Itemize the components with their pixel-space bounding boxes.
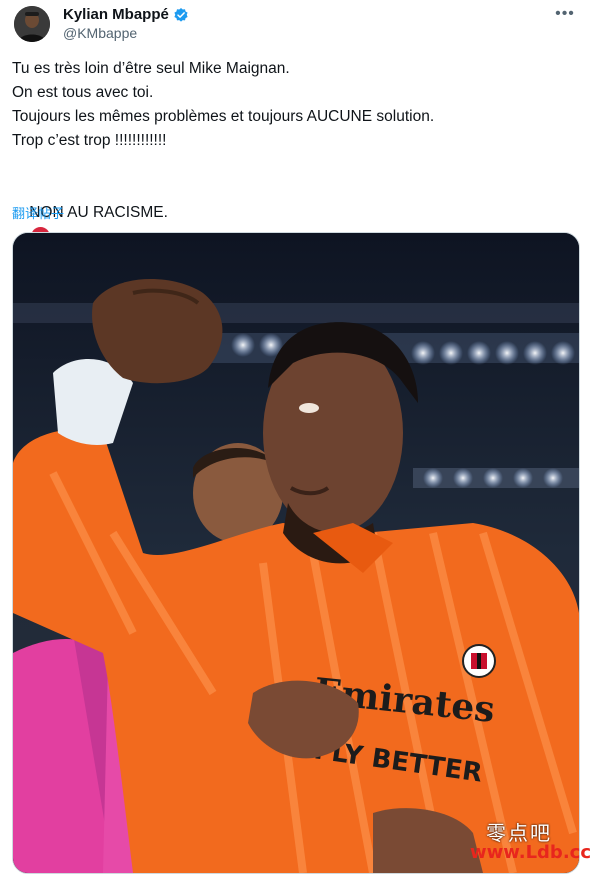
author-name-row: Kylian Mbappé — [63, 6, 189, 23]
author-avatar[interactable] — [14, 6, 50, 42]
more-options-button[interactable]: ••• — [553, 4, 577, 24]
tweet-photo[interactable]: Emirates FLY BETTER — [12, 232, 580, 874]
tweet-line: Toujours les mêmes problèmes et toujours… — [12, 108, 435, 125]
author-display-name[interactable]: Kylian Mbappé — [63, 6, 169, 23]
photo-scene: Emirates FLY BETTER — [13, 233, 579, 873]
tweet-header: Kylian Mbappé @KMbappe ••• — [14, 4, 577, 46]
tweet-line: Tu es très loin d’être seul Mike Maignan… — [12, 60, 290, 77]
tweet-line: On est tous avec toi. — [12, 84, 154, 101]
author-handle[interactable]: @KMbappe — [63, 25, 137, 41]
translate-post-link[interactable]: 翻译帖子 — [12, 203, 64, 222]
tweet-line: Trop c’est trop !!!!!!!!!!!! — [12, 132, 167, 149]
watermark-url: www.Ldb.cc — [470, 842, 591, 863]
verified-badge-icon — [174, 7, 188, 22]
